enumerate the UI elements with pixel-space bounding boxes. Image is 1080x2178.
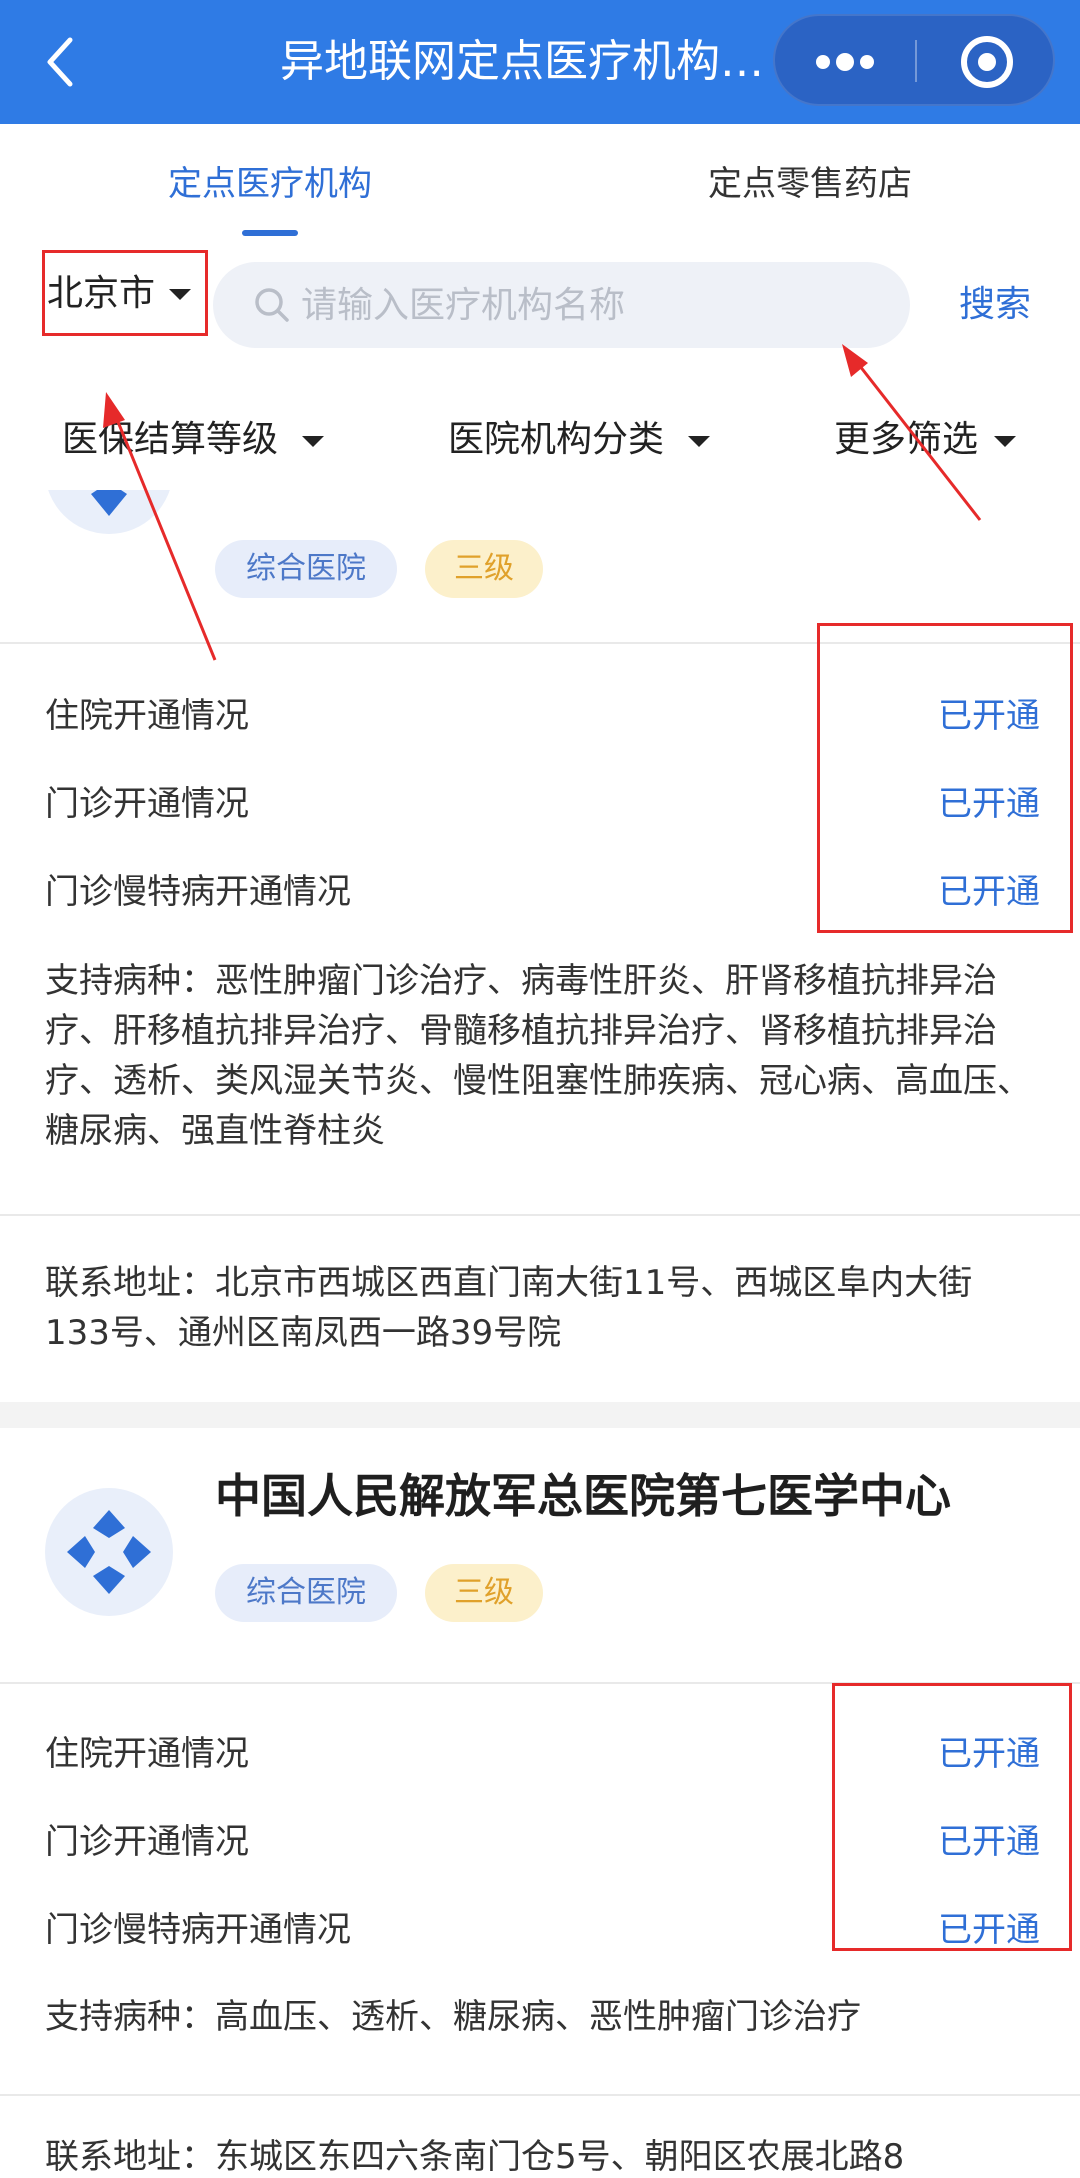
hospital-logo-icon <box>45 490 173 534</box>
search-box[interactable] <box>213 262 910 348</box>
chronic-disease-status-label: 门诊慢特病开通情况 <box>45 872 351 912</box>
search-icon <box>253 286 291 324</box>
page-title: 异地联网定点医疗机构查询 <box>280 36 800 87</box>
chronic-disease-status-value: 已开通 <box>938 1910 1040 1950</box>
inpatient-status-label: 住院开通情况 <box>45 696 249 736</box>
caret-down-icon <box>169 289 191 300</box>
more-dots-icon[interactable] <box>775 16 915 104</box>
filter-bar: 医保结算等级 医院机构分类 更多筛选 <box>0 400 1080 480</box>
hospital-level-tag: 三级 <box>425 1564 543 1622</box>
tab-bar: 定点医疗机构 定点零售药店 <box>0 124 1080 244</box>
search-button[interactable]: 搜索 <box>940 274 1050 336</box>
chronic-disease-status-value: 已开通 <box>938 872 1040 912</box>
hospital-card[interactable]: 中国人民解放军总医院第七医学中心 综合医院 三级 住院开通情况 已开通 门诊开通… <box>0 1428 1080 2178</box>
divider <box>0 642 1080 644</box>
outpatient-status-value: 已开通 <box>938 784 1040 824</box>
filter-label: 更多筛选 <box>834 419 979 460</box>
hospital-name: 中国人民解放军总医院第七医学中心 <box>215 1469 951 1523</box>
inpatient-status-label: 住院开通情况 <box>45 1734 249 1774</box>
back-chevron-icon[interactable] <box>40 32 80 92</box>
hospital-type-tag: 综合医院 <box>215 1564 397 1622</box>
filter-institution-category[interactable]: 医院机构分类 <box>448 410 710 470</box>
title-bar: 异地联网定点医疗机构查询 <box>0 0 1080 124</box>
caret-down-icon <box>994 436 1016 447</box>
tab-medical-institutions[interactable]: 定点医疗机构 <box>100 154 440 214</box>
outpatient-status-label: 门诊开通情况 <box>45 784 249 824</box>
filter-more[interactable]: 更多筛选 <box>834 410 1016 470</box>
active-tab-indicator <box>242 230 298 236</box>
search-input[interactable] <box>301 272 881 338</box>
page: 异地联网定点医疗机构查询 定点医疗机构 定点零售药店 北京市 请输入医疗机构名称… <box>0 0 1080 2178</box>
caret-down-icon <box>688 436 710 447</box>
contact-address: 联系地址：东城区东四六条南门仓5号、朝阳区农展北路8 <box>45 2137 905 2177</box>
filter-settlement-level[interactable]: 医保结算等级 <box>62 410 324 470</box>
filter-label: 医保结算等级 <box>62 419 279 460</box>
hospital-level-tag: 三级 <box>425 540 543 598</box>
hospital-logo-icon <box>45 1488 173 1616</box>
supported-diseases: 支持病种：恶性肿瘤门诊治疗、病毒性肝炎、肝肾移植抗排异治疗、肝移植抗排异治疗、骨… <box>45 961 1031 1151</box>
contact-address: 联系地址：北京市西城区西直门南大街11号、西城区阜内大街133号、通州区南凤西一… <box>45 1263 973 1353</box>
inpatient-status-value: 已开通 <box>938 696 1040 736</box>
divider <box>0 1214 1080 1216</box>
hospital-type-tag: 综合医院 <box>215 540 397 598</box>
divider <box>0 2094 1080 2096</box>
caret-down-icon <box>302 436 324 447</box>
target-close-icon[interactable] <box>917 16 1057 104</box>
city-selector[interactable]: 北京市 <box>42 250 208 336</box>
divider <box>0 1682 1080 1684</box>
hospital-list: 综合医院 三级 住院开通情况 已开通 门诊开通情况 已开通 门诊慢特病开通情况 … <box>0 490 1080 2178</box>
supported-diseases: 支持病种：高血压、透析、糖尿病、恶性肿瘤门诊治疗 <box>45 1997 861 2037</box>
hospital-card[interactable]: 综合医院 三级 住院开通情况 已开通 门诊开通情况 已开通 门诊慢特病开通情况 … <box>0 490 1080 1402</box>
outpatient-status-value: 已开通 <box>938 1822 1040 1862</box>
card-separator <box>0 1402 1080 1428</box>
mini-program-capsule <box>773 14 1055 106</box>
inpatient-status-value: 已开通 <box>938 1734 1040 1774</box>
outpatient-status-label: 门诊开通情况 <box>45 1822 249 1862</box>
chronic-disease-status-label: 门诊慢特病开通情况 <box>45 1910 351 1950</box>
filter-label: 医院机构分类 <box>448 419 665 460</box>
tab-retail-pharmacies[interactable]: 定点零售药店 <box>640 154 980 214</box>
city-label: 北京市 <box>47 273 156 314</box>
